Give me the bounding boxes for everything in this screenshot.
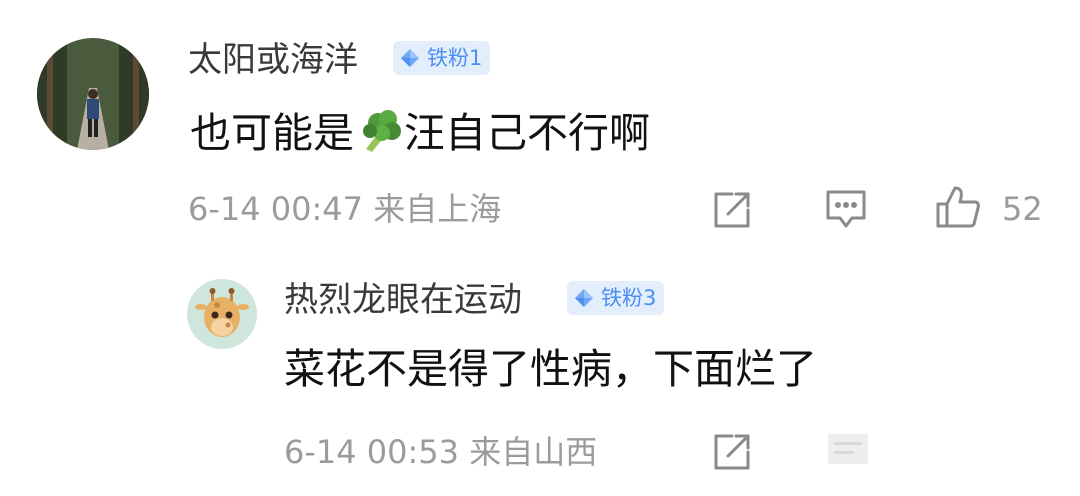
like-icon[interactable] — [935, 184, 981, 234]
reply-avatar[interactable] — [187, 279, 257, 349]
diamond-icon — [575, 289, 593, 307]
badge-label: 铁粉3 — [601, 285, 657, 310]
reply-time: 6-14 00:53 来自山西 — [284, 436, 597, 468]
reply-timestamp: 6-14 00:53 — [284, 433, 460, 471]
comment-location: 来自上海 — [373, 190, 502, 228]
reply-location: 来自山西 — [469, 433, 598, 471]
comment-timestamp: 6-14 00:47 — [188, 190, 364, 228]
comment-icon[interactable] — [824, 188, 868, 234]
share-icon[interactable] — [712, 190, 752, 234]
like-count: 52 — [1002, 190, 1043, 228]
reply-share-icon[interactable] — [712, 432, 752, 476]
reply-username[interactable]: 热烈龙眼在运动 — [284, 283, 522, 317]
badge-label: 铁粉1 — [427, 45, 483, 70]
comment-time: 6-14 00:47 来自上海 — [188, 193, 501, 225]
reply-fan-badge[interactable]: 铁粉3 — [567, 281, 665, 315]
username[interactable]: 太阳或海洋 — [188, 43, 358, 77]
broccoli-emoji — [356, 107, 402, 160]
fan-badge[interactable]: 铁粉1 — [393, 41, 491, 75]
comment-text: 也可能是 汪自己不行啊 — [190, 107, 650, 160]
comment-text-before: 也可能是 — [190, 109, 354, 157]
reply-text: 菜花不是得了性病，下面烂了 — [284, 345, 817, 393]
reply-comment-icon[interactable] — [824, 432, 872, 472]
diamond-icon — [401, 49, 419, 67]
comment-text-after: 汪自己不行啊 — [404, 109, 650, 157]
user-avatar[interactable] — [37, 38, 149, 150]
